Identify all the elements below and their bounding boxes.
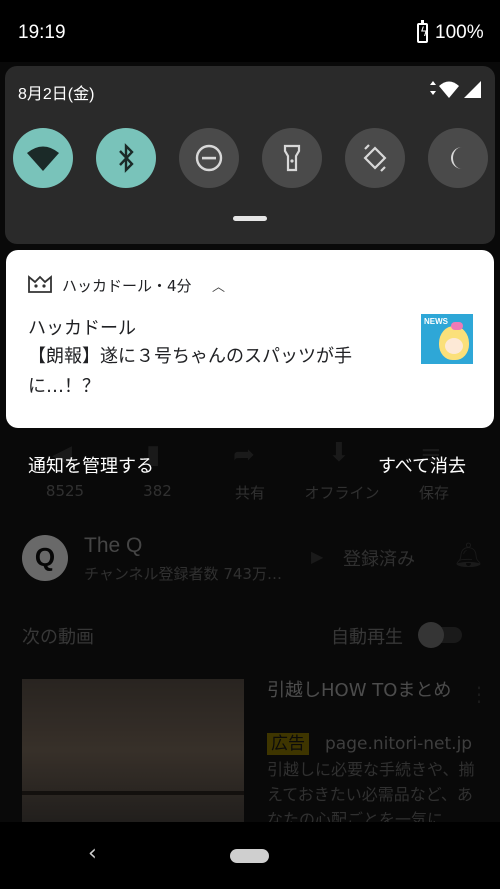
clock: 19:19 xyxy=(18,22,66,43)
notification-title: ハッカドール xyxy=(28,318,136,339)
navigation-bar: ‹ xyxy=(0,822,500,889)
likes-count: 8525 xyxy=(45,482,85,500)
clear-all-button[interactable]: すべて消去 xyxy=(378,452,466,478)
bluetooth-icon xyxy=(119,143,134,173)
home-pill[interactable] xyxy=(230,849,269,863)
ad-description: 引越しに必要な手続きや、揃えておきたい必需品など、あなたの心配ごとを一気に xyxy=(267,760,475,822)
wifi-status-icon xyxy=(439,81,459,98)
up-next-label: 次の動画 xyxy=(22,627,94,648)
night-light-tile[interactable] xyxy=(428,128,488,188)
save-label: 保存 xyxy=(418,484,449,502)
mascot-image xyxy=(439,326,469,360)
flashlight-tile[interactable] xyxy=(262,128,322,188)
back-icon[interactable]: ‹ xyxy=(88,841,97,866)
channel-avatar[interactable]: Q xyxy=(22,535,68,581)
battery-charging-icon: ϟ xyxy=(417,20,428,43)
wifi-tile[interactable] xyxy=(13,128,73,188)
channel-name[interactable]: The Q xyxy=(84,534,142,558)
ad-badge: 広告 xyxy=(267,733,309,755)
rotate-tile[interactable] xyxy=(345,128,405,188)
chevron-up-icon[interactable]: ︿ xyxy=(212,276,225,295)
bluetooth-tile[interactable] xyxy=(96,128,156,188)
cell-signal-icon xyxy=(464,81,481,98)
mascot-bow xyxy=(451,322,463,330)
do-not-disturb-icon xyxy=(195,144,223,172)
notification-thumbnail: NEWS xyxy=(421,314,473,364)
subscribed-icon: ▶ xyxy=(311,547,324,566)
share-label: 共有 xyxy=(234,484,265,502)
bell-icon[interactable]: 🔔︎ xyxy=(453,541,483,569)
dnd-tile[interactable] xyxy=(179,128,239,188)
quick-settings-panel: 8月2日(金) xyxy=(5,66,495,244)
wifi-icon xyxy=(27,146,59,171)
subscriber-count: チャンネル登録者数 743万… xyxy=(84,565,282,583)
video-thumbnail[interactable] xyxy=(22,679,244,822)
autoplay-toggle-knob[interactable] xyxy=(418,622,444,648)
subscribed-label[interactable]: 登録済み xyxy=(343,545,415,571)
share-icon[interactable]: ➦ xyxy=(233,440,255,470)
night-light-icon xyxy=(451,147,462,169)
ad-title[interactable]: 引越しHOW TOまとめ xyxy=(267,676,457,706)
offline-label: オフライン xyxy=(304,484,380,502)
more-options-icon[interactable]: ⋮ xyxy=(469,682,489,706)
notification-card[interactable]: ハッカドール・4分 ︿ ハッカドール 【朗報】遂に３号ちゃんのスパッツが手に…！… xyxy=(6,250,494,428)
autoplay-label: 自動再生 xyxy=(331,627,403,648)
hakkadol-app-icon xyxy=(27,274,53,294)
status-bar: 19:19 ϟ 100% xyxy=(0,0,500,62)
notification-body: 【朗報】遂に３号ちゃんのスパッツが手に…！？ xyxy=(28,346,352,397)
flashlight-icon xyxy=(283,144,301,172)
manage-notifications-button[interactable]: 通知を管理する xyxy=(28,452,154,478)
battery-level: 100% xyxy=(435,22,484,43)
download-icon[interactable]: ⬇ xyxy=(328,438,350,468)
dislikes-count: 382 xyxy=(143,482,172,500)
date[interactable]: 8月2日(金) xyxy=(18,80,94,104)
data-activity-icon xyxy=(430,81,436,95)
news-label: NEWS xyxy=(424,317,448,326)
auto-rotate-icon xyxy=(363,144,387,172)
notification-app-header: ハッカドール・4分 xyxy=(62,277,192,295)
expand-handle[interactable] xyxy=(233,216,267,221)
signal-icons xyxy=(427,81,487,103)
ad-domain[interactable]: page.nitori-net.jp xyxy=(325,734,472,754)
